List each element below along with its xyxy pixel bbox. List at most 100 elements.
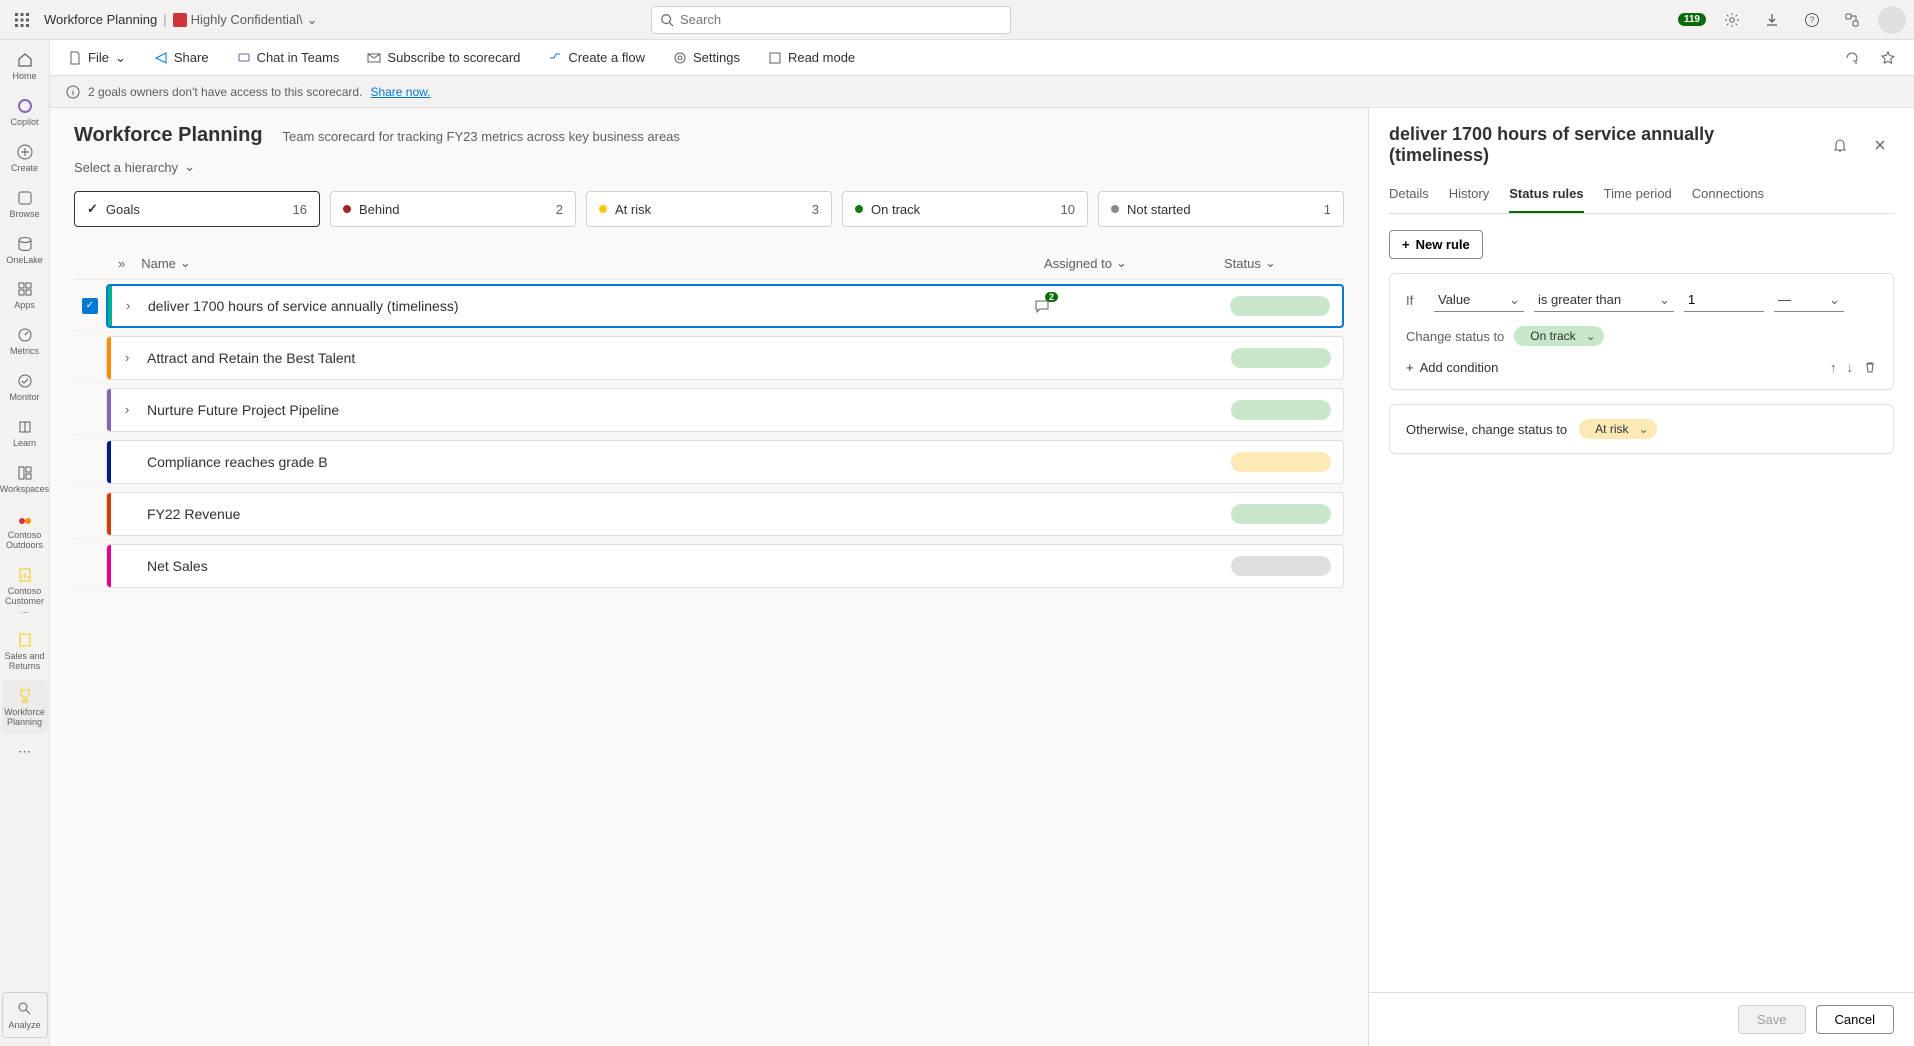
settings-icon[interactable] (1718, 6, 1746, 34)
expand-icon[interactable]: › (125, 402, 139, 417)
flow-icon (548, 51, 562, 65)
goal-card[interactable]: Net Sales (106, 544, 1344, 588)
app-launcher-icon[interactable] (8, 6, 36, 34)
user-avatar[interactable] (1878, 6, 1906, 34)
chat-teams-button[interactable]: Chat in Teams (231, 46, 346, 69)
download-icon[interactable] (1758, 6, 1786, 34)
file-label: File (88, 50, 109, 65)
accent-bar (107, 337, 111, 379)
status-filter-card[interactable]: At risk3 (586, 191, 832, 227)
move-down-icon[interactable]: ↓ (1847, 360, 1854, 375)
rail-apps[interactable]: Apps (2, 273, 48, 317)
delete-icon[interactable] (1863, 360, 1877, 375)
rail-contoso-outdoors[interactable]: Contoso Outdoors (2, 503, 48, 557)
goal-row[interactable]: ✓›Attract and Retain the Best Talent (74, 332, 1344, 384)
status-label: Behind (359, 202, 399, 217)
create-flow-button[interactable]: Create a flow (542, 46, 651, 69)
panel-tab[interactable]: Time period (1604, 178, 1672, 213)
rail-workforce-planning[interactable]: Workforce Planning (2, 680, 48, 734)
status-label: Not started (1127, 202, 1191, 217)
rule-operator-select[interactable]: is greater than (1534, 288, 1674, 312)
goal-row[interactable]: ✓›Nurture Future Project Pipeline (74, 384, 1344, 436)
account-manager-icon[interactable] (1838, 6, 1866, 34)
breadcrumb-item[interactable]: Workforce Planning (44, 12, 157, 27)
column-status[interactable]: Status⌄ (1224, 255, 1344, 271)
column-assigned[interactable]: Assigned to⌄ (1044, 255, 1224, 271)
goal-row[interactable]: ✓FY22 Revenue (74, 488, 1344, 540)
rail-sales-returns[interactable]: Sales and Returns (2, 624, 48, 678)
chevron-down-icon: ⌄ (307, 12, 318, 28)
goal-row[interactable]: ✓Net Sales (74, 540, 1344, 592)
goal-card[interactable]: ›deliver 1700 hours of service annually … (106, 284, 1344, 328)
goal-card[interactable]: FY22 Revenue (106, 492, 1344, 536)
panel-tab[interactable]: Details (1389, 178, 1429, 213)
panel-tab[interactable]: Connections (1692, 178, 1764, 213)
goal-card[interactable]: ›Nurture Future Project Pipeline (106, 388, 1344, 432)
otherwise-card: Otherwise, change status to At risk (1389, 404, 1894, 454)
share-button[interactable]: Share (148, 46, 215, 69)
goal-row[interactable]: ✓ ›deliver 1700 hours of service annually… (74, 280, 1344, 332)
goal-card[interactable]: Compliance reaches grade B (106, 440, 1344, 484)
share-now-link[interactable]: Share now. (370, 85, 430, 99)
subscribe-label: Subscribe to scorecard (387, 50, 520, 65)
column-name[interactable]: Name⌄ (141, 255, 1044, 271)
rail-learn[interactable]: Learn (2, 411, 48, 455)
status-count: 10 (1061, 202, 1075, 217)
scorecard-title: Workforce Planning (74, 124, 263, 147)
rail-browse[interactable]: Browse (2, 182, 48, 226)
expand-all-icon[interactable]: » (118, 256, 125, 271)
status-dot-icon (1111, 205, 1119, 213)
rule-value-input[interactable] (1684, 288, 1764, 312)
status-filter-card[interactable]: On track10 (842, 191, 1088, 227)
rail-analyze[interactable]: Analyze (2, 992, 48, 1038)
rail-contoso-customer[interactable]: Contoso Customer ... (2, 559, 48, 623)
subscribe-button[interactable]: Subscribe to scorecard (361, 46, 526, 69)
search-box[interactable] (651, 6, 1011, 34)
expand-icon[interactable]: › (125, 350, 139, 365)
rule-field-select[interactable]: Value (1434, 288, 1524, 312)
rail-monitor[interactable]: Monitor (2, 365, 48, 409)
chevron-down-icon: ⌄ (184, 159, 195, 175)
rule-format-select[interactable]: — (1774, 288, 1844, 312)
comment-icon[interactable]: 2 (1034, 298, 1050, 314)
share-label: Share (174, 50, 209, 65)
rail-metrics[interactable]: Metrics (2, 319, 48, 363)
sensitivity-label[interactable]: Highly Confidential\ ⌄ (173, 12, 318, 28)
otherwise-status-select[interactable]: At risk (1579, 419, 1656, 439)
panel-tab[interactable]: History (1449, 178, 1489, 213)
rail-workspaces[interactable]: Workspaces (2, 457, 48, 501)
close-icon[interactable] (1866, 131, 1894, 159)
cancel-button[interactable]: Cancel (1816, 1005, 1894, 1034)
rule-status-select[interactable]: On track (1514, 326, 1603, 346)
status-filter-card[interactable]: ✓Goals16 (74, 191, 320, 227)
help-icon[interactable]: ? (1798, 6, 1826, 34)
read-mode-button[interactable]: Read mode (762, 46, 861, 69)
goal-card[interactable]: ›Attract and Retain the Best Talent (106, 336, 1344, 380)
warning-bar: 2 goals owners don't have access to this… (50, 76, 1914, 108)
hierarchy-selector[interactable]: Select a hierarchy ⌄ (74, 159, 1344, 175)
rail-onelake[interactable]: OneLake (2, 228, 48, 272)
bell-icon[interactable] (1826, 131, 1854, 159)
rail-home[interactable]: Home (2, 44, 48, 88)
goal-row[interactable]: ✓Compliance reaches grade B (74, 436, 1344, 488)
search-input[interactable] (680, 12, 1002, 27)
rail-create[interactable]: Create (2, 136, 48, 180)
settings-button[interactable]: Settings (667, 46, 746, 69)
mail-icon (367, 51, 381, 65)
file-menu[interactable]: File⌄ (62, 46, 132, 70)
save-button[interactable]: Save (1738, 1005, 1806, 1034)
status-dot-icon (599, 205, 607, 213)
refresh-icon[interactable] (1838, 44, 1866, 72)
notification-badge[interactable]: 119 (1678, 13, 1706, 26)
row-checkbox[interactable]: ✓ (82, 298, 98, 314)
panel-tab[interactable]: Status rules (1509, 178, 1583, 213)
expand-icon[interactable]: › (126, 298, 140, 313)
move-up-icon[interactable]: ↑ (1830, 360, 1837, 375)
status-filter-card[interactable]: Not started1 (1098, 191, 1344, 227)
add-condition-button[interactable]: + Add condition (1406, 360, 1822, 375)
rail-more[interactable]: ⋯ (2, 736, 48, 768)
new-rule-button[interactable]: + New rule (1389, 230, 1483, 259)
favorite-icon[interactable] (1874, 44, 1902, 72)
rail-copilot[interactable]: Copilot (2, 90, 48, 134)
status-filter-card[interactable]: Behind2 (330, 191, 576, 227)
